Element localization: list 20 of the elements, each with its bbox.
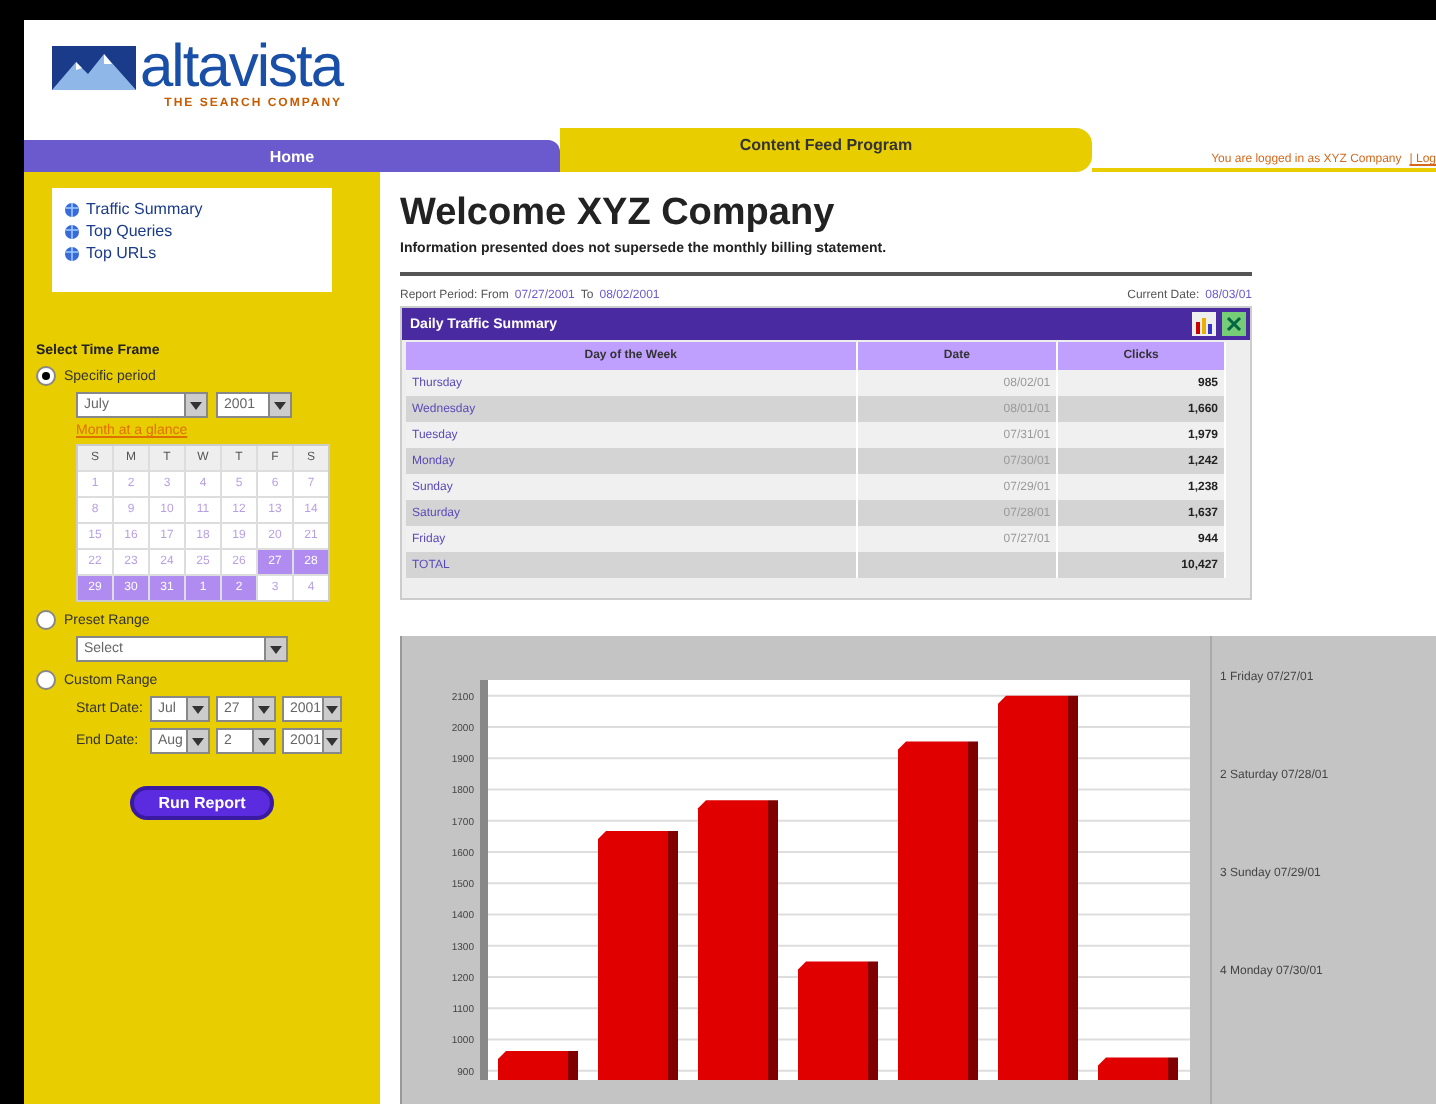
globe-bullet-icon bbox=[64, 245, 80, 261]
spreadsheet-icon[interactable] bbox=[1222, 312, 1246, 336]
report-link[interactable]: Traffic Summary bbox=[86, 200, 203, 218]
globe-bullet-icon bbox=[64, 201, 80, 217]
radio-button[interactable] bbox=[36, 366, 56, 386]
mountain-logo-icon bbox=[52, 46, 136, 90]
report-link[interactable]: Top URLs bbox=[86, 244, 157, 262]
nav-tab[interactable]: Home bbox=[24, 140, 560, 172]
chart-bar bbox=[498, 1050, 578, 1080]
radio-button[interactable] bbox=[36, 610, 56, 630]
radio-button[interactable] bbox=[36, 670, 56, 690]
logo-text: altavista bbox=[140, 38, 343, 98]
nav-tab[interactable]: Content Feed Program bbox=[560, 128, 1092, 172]
bar-chart-icon[interactable] bbox=[1192, 312, 1216, 336]
chart-bar bbox=[1098, 1057, 1178, 1080]
page-title: Welcome XYZ Company bbox=[400, 192, 837, 236]
chart-bar bbox=[798, 961, 878, 1080]
globe-bullet-icon bbox=[64, 223, 80, 239]
run-report-button[interactable]: Run Report bbox=[130, 786, 274, 820]
report-link[interactable]: Top Queries bbox=[86, 222, 173, 240]
